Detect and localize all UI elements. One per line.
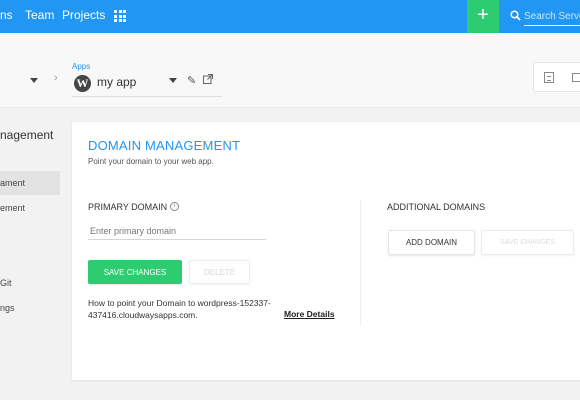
domain-management-card: DOMAIN MANAGEMENT Point your domain to y… <box>72 122 580 380</box>
column-divider <box>360 200 361 326</box>
app-selector-underline <box>72 96 222 97</box>
sidebar-title: nagement <box>0 128 54 142</box>
nav-team-link[interactable]: Team <box>25 0 54 33</box>
server-dropdown-caret-icon[interactable] <box>30 78 38 83</box>
edit-pencil-icon[interactable]: ✎ <box>187 74 196 87</box>
nav-projects-link[interactable]: Projects <box>62 0 105 33</box>
breadcrumb-apps-label: Apps <box>72 62 91 71</box>
search-icon <box>510 10 521 21</box>
page-subtitle: Point your domain to your web app. <box>88 157 214 166</box>
app-dropdown-caret-icon[interactable] <box>169 78 177 83</box>
app-subheader: › Apps W my app ✎ <box>0 33 580 108</box>
add-domain-button[interactable]: ADD DOMAIN <box>388 230 475 255</box>
delete-button[interactable]: DELETE <box>189 260 250 284</box>
more-details-link[interactable]: More Details <box>284 309 335 319</box>
search-underline <box>524 25 580 26</box>
view-toggle-group <box>533 62 580 92</box>
page-title: DOMAIN MANAGEMENT <box>88 138 241 153</box>
additional-save-changes-button[interactable]: SAVE CHANGES <box>481 230 574 255</box>
sidebar-item-management[interactable]: ement <box>0 203 25 213</box>
grid-icon[interactable] <box>114 10 126 22</box>
save-changes-button[interactable]: SAVE CHANGES <box>88 260 182 284</box>
app-selector[interactable]: my app <box>97 75 136 89</box>
search-input[interactable] <box>524 7 580 25</box>
search-box <box>502 0 580 33</box>
external-link-icon[interactable] <box>203 74 213 84</box>
add-button[interactable]: + <box>467 0 499 33</box>
top-navigation-bar: ns Team Projects + <box>0 0 580 33</box>
sidebar-item-git[interactable]: Git <box>0 278 12 288</box>
info-icon[interactable]: i <box>170 202 179 211</box>
primary-domain-input[interactable] <box>88 222 266 240</box>
additional-domains-label: ADDITIONAL DOMAINS <box>387 202 486 212</box>
folder-icon[interactable] <box>572 73 580 82</box>
wordpress-icon: W <box>74 75 91 92</box>
document-icon[interactable] <box>544 72 554 83</box>
primary-domain-label: PRIMARY DOMAIN <box>88 202 168 212</box>
breadcrumb-chevron-icon: › <box>54 72 58 84</box>
sidebar-item-domain-management[interactable]: ament <box>0 178 25 188</box>
nav-servers-link[interactable]: ns <box>0 0 13 33</box>
sidebar-item-settings[interactable]: ngs <box>0 303 15 313</box>
